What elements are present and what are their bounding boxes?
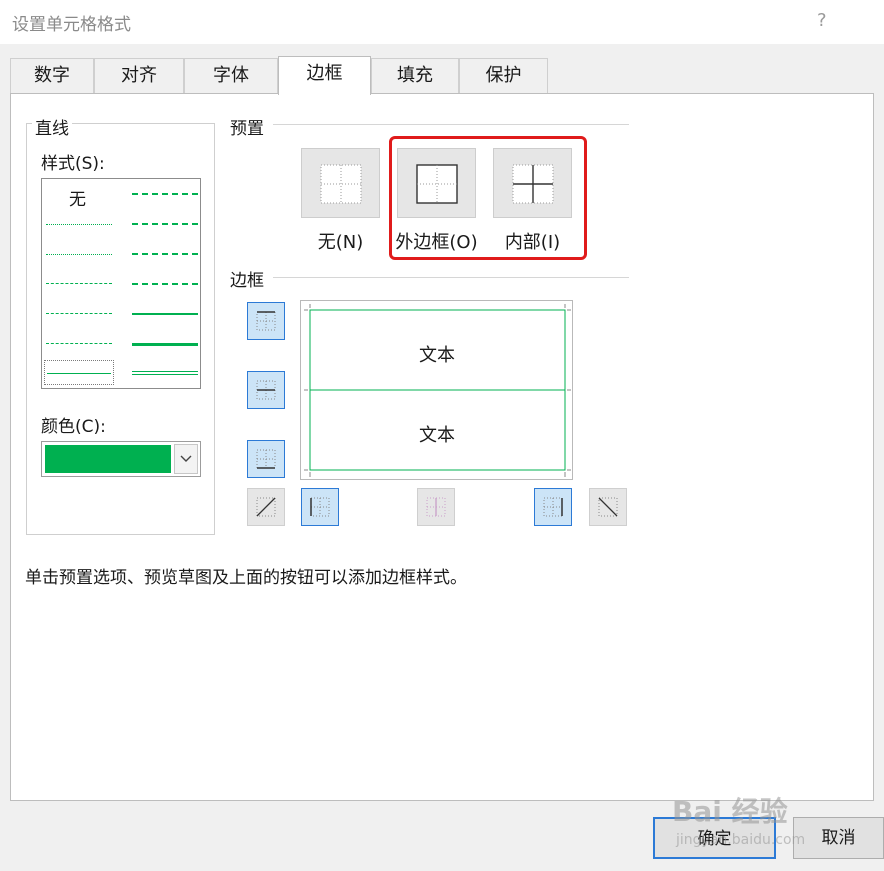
line-style-medium-dash-dot-dot[interactable] — [132, 193, 198, 195]
color-swatch — [45, 445, 171, 473]
line-style-double[interactable] — [132, 371, 198, 375]
border-right-button[interactable] — [534, 488, 572, 526]
border-preview[interactable]: 文本 文本 — [300, 300, 573, 480]
dialog-title: 设置单元格格式 — [12, 15, 131, 35]
color-label: 颜色(C): — [41, 417, 106, 437]
preset-group-title: 预置 — [227, 114, 267, 139]
border-top-icon — [256, 311, 276, 331]
preset-none-icon — [320, 164, 362, 204]
preset-divider — [273, 124, 629, 125]
chevron-down-icon — [180, 455, 192, 462]
tab-protection[interactable]: 保护 — [459, 58, 548, 94]
line-style-medium-dash-dot[interactable] — [132, 253, 198, 255]
watermark-logo: Bai 经验 — [672, 795, 788, 828]
border-diagonal-down-button[interactable] — [589, 488, 627, 526]
border-left-button[interactable] — [301, 488, 339, 526]
line-style-dashed[interactable] — [46, 343, 112, 344]
line-style-medium-dashed[interactable] — [132, 283, 198, 285]
border-panel: 直线 样式(S): 无 颜色(C): 预置 无(N) 外边框(O) 内部(I) … — [10, 93, 874, 801]
border-inside-vertical-icon — [426, 497, 446, 517]
highlight-box — [389, 136, 587, 260]
border-inside-horizontal-icon — [256, 380, 276, 400]
diagonal-down-icon — [598, 497, 618, 517]
watermark-url: jingyan.baidu.com — [676, 832, 806, 848]
line-style-none[interactable]: 无 — [69, 185, 86, 210]
border-bottom-icon — [256, 449, 276, 469]
line-style-dash-dot-dot[interactable] — [46, 283, 112, 284]
tab-number[interactable]: 数字 — [10, 58, 94, 94]
line-style-selected[interactable] — [44, 360, 114, 385]
tab-alignment[interactable]: 对齐 — [94, 58, 184, 94]
border-group-title: 边框 — [227, 266, 267, 291]
title-bar: 设置单元格格式 ? — [0, 0, 884, 44]
line-style-dotted[interactable] — [46, 254, 112, 255]
preview-text-bottom: 文本 — [419, 425, 455, 446]
line-style-list[interactable]: 无 — [41, 178, 201, 389]
line-style-dash-dot[interactable] — [46, 313, 112, 314]
preset-none-button[interactable] — [301, 148, 380, 218]
border-inside-vertical-button[interactable] — [417, 488, 455, 526]
border-left-icon — [310, 497, 330, 517]
color-picker[interactable] — [41, 441, 201, 477]
style-label: 样式(S): — [41, 154, 105, 174]
border-top-button[interactable] — [247, 302, 285, 340]
preview-lines — [304, 304, 571, 477]
line-group-title: 直线 — [32, 114, 72, 139]
line-style-slant-dash-dot[interactable] — [132, 223, 198, 225]
border-diagonal-up-button[interactable] — [247, 488, 285, 526]
preset-none-label: 无(N) — [317, 232, 364, 253]
border-right-icon — [543, 497, 563, 517]
border-divider — [273, 277, 629, 278]
line-style-hair[interactable] — [46, 224, 112, 225]
color-dropdown-button[interactable] — [174, 444, 198, 474]
help-button[interactable]: ? — [817, 10, 827, 31]
tab-font[interactable]: 字体 — [184, 58, 278, 94]
preview-text-top: 文本 — [419, 345, 455, 366]
line-style-thick[interactable] — [132, 343, 198, 346]
cancel-button[interactable]: 取消 — [793, 817, 884, 859]
line-style-medium[interactable] — [132, 313, 198, 315]
border-inside-horizontal-button[interactable] — [247, 371, 285, 409]
hint-text: 单击预置选项、预览草图及上面的按钮可以添加边框样式。 — [25, 568, 467, 588]
diagonal-up-icon — [256, 497, 276, 517]
tab-border[interactable]: 边框 — [278, 56, 371, 95]
border-bottom-button[interactable] — [247, 440, 285, 478]
tab-fill[interactable]: 填充 — [371, 58, 459, 94]
